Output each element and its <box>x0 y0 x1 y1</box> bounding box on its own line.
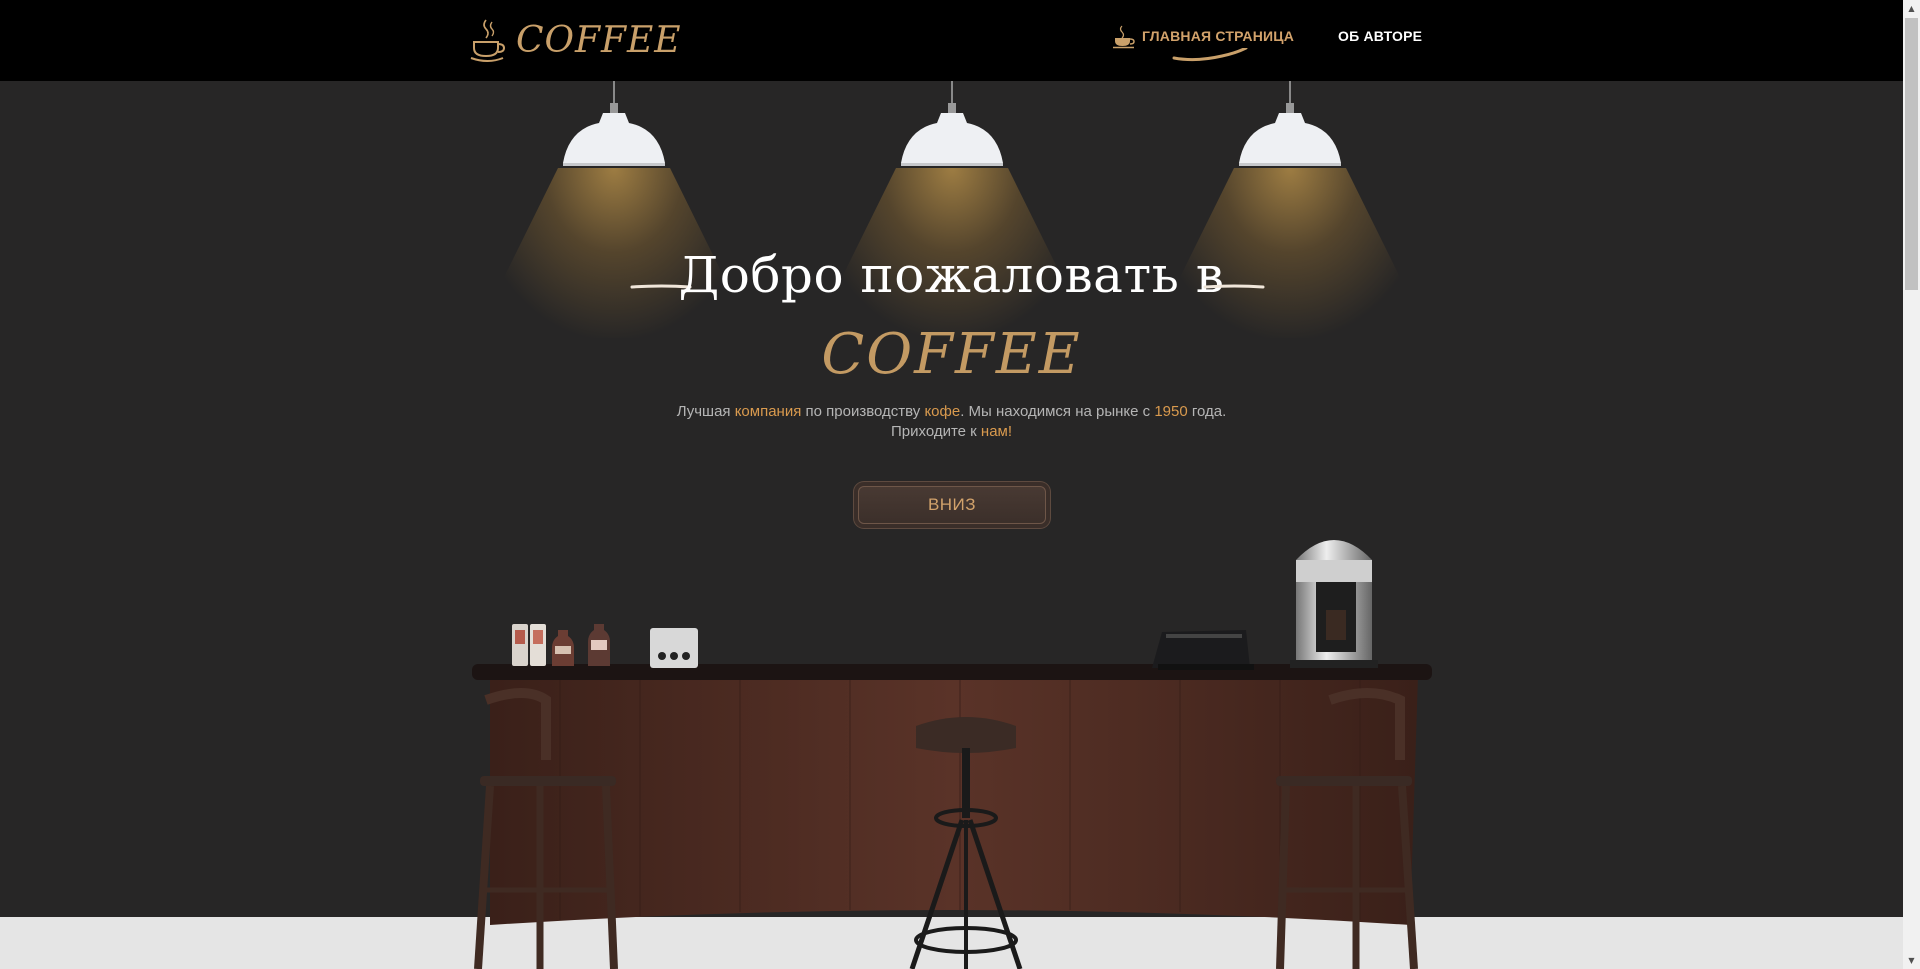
bar-counter-scene <box>472 540 1432 969</box>
page-scrollbar[interactable]: ▲ ▼ <box>1903 0 1920 969</box>
bottles <box>512 624 610 666</box>
scroll-thumb[interactable] <box>1905 18 1918 290</box>
cash-register <box>1152 630 1254 670</box>
scroll-down-arrow-icon[interactable]: ▼ <box>1903 952 1920 969</box>
coffee-machine <box>1290 540 1378 668</box>
scroll-up-arrow-icon[interactable]: ▲ <box>1903 0 1920 17</box>
coffee-bags <box>650 628 698 668</box>
